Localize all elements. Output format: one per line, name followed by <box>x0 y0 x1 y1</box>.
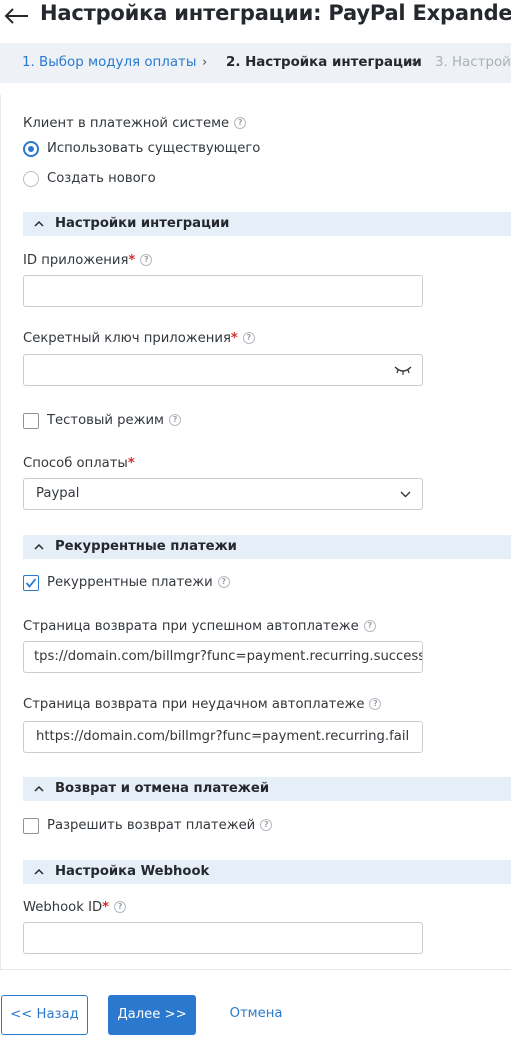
checkmark-icon <box>25 578 37 588</box>
section-title: Рекуррентные платежи <box>55 539 237 554</box>
section-refunds[interactable]: Возврат и отмена платежей <box>23 777 511 801</box>
section-title: Возврат и отмена платежей <box>55 781 270 796</box>
webhook-id-input[interactable] <box>23 922 423 954</box>
help-icon[interactable]: ? <box>169 414 182 426</box>
page-header: Настройка интеграции: PayPal Expanded <box>0 0 511 34</box>
next-button[interactable]: Далее >> <box>108 995 196 1035</box>
success-url-input[interactable]: tps://domain.com/billmgr?func=payment.re… <box>23 641 423 673</box>
help-icon[interactable]: ? <box>260 819 273 831</box>
allow-refund-label[interactable]: Разрешить возврат платежей? <box>47 818 273 833</box>
fail-url-input[interactable]: https://domain.com/billmgr?func=payment.… <box>23 721 423 753</box>
test-mode-checkbox[interactable] <box>23 413 39 429</box>
app-secret-input[interactable] <box>23 354 423 386</box>
help-icon[interactable]: ? <box>217 576 230 588</box>
radio-create-new-label[interactable]: Создать нового <box>47 171 156 186</box>
section-title: Настройки интеграции <box>55 216 230 231</box>
chevron-up-icon <box>34 868 44 875</box>
webhook-id-label: Webhook ID*? <box>23 900 127 915</box>
recurring-payments-label[interactable]: Рекуррентные платежи? <box>47 575 230 590</box>
chevron-up-icon <box>34 220 44 227</box>
help-icon[interactable]: ? <box>369 698 382 710</box>
required-mark: * <box>128 253 136 268</box>
radio-use-existing[interactable] <box>23 141 39 157</box>
help-icon[interactable]: ? <box>363 620 376 632</box>
page-title: Настройка интеграции: PayPal Expanded <box>40 1 511 25</box>
wizard-steps: 1. Выбор модуля оплаты › 2. Настройка ин… <box>0 43 511 83</box>
chevron-up-icon <box>34 543 44 550</box>
step-settings-next: 3. Настройк <box>435 55 511 70</box>
app-id-label: ID приложения*? <box>23 253 153 268</box>
required-mark: * <box>102 900 110 915</box>
step-select-payment-module[interactable]: 1. Выбор модуля оплаты <box>22 55 196 70</box>
client-label: Клиент в платежной системе? <box>23 116 247 131</box>
help-icon[interactable]: ? <box>242 332 255 344</box>
help-icon[interactable]: ? <box>114 901 127 913</box>
section-recurring-payments[interactable]: Рекуррентные платежи <box>23 535 511 559</box>
fail-url-label: Страница возврата при неудачном автоплат… <box>23 697 382 712</box>
cancel-button[interactable]: Отмена <box>216 995 296 1035</box>
chevron-up-icon <box>34 785 44 792</box>
form-panel: Клиент в платежной системе? Использовать… <box>0 95 511 970</box>
app-secret-label: Секретный ключ приложения*? <box>23 331 255 346</box>
chevron-right-icon: › <box>202 55 208 70</box>
payment-method-label: Способ оплаты* <box>23 456 135 471</box>
help-icon[interactable]: ? <box>140 254 153 266</box>
arrow-left-icon[interactable] <box>4 4 30 28</box>
help-icon[interactable]: ? <box>234 117 247 129</box>
payment-method-select[interactable]: Paypal <box>23 478 423 510</box>
required-mark: * <box>230 331 238 346</box>
section-integration-settings[interactable]: Настройки интеграции <box>23 212 511 236</box>
chevron-right-icon: › <box>411 55 417 70</box>
form-footer: << Назад Далее >> Отмена <box>0 995 511 1035</box>
required-mark: * <box>127 456 135 471</box>
back-button[interactable]: << Назад <box>1 995 88 1035</box>
app-id-input[interactable] <box>23 275 423 307</box>
success-url-label: Страница возврата при успешном автоплате… <box>23 619 376 634</box>
chevron-down-icon <box>400 491 411 498</box>
allow-refund-checkbox[interactable] <box>23 818 39 834</box>
eye-closed-icon[interactable] <box>394 364 412 376</box>
radio-create-new[interactable] <box>23 171 39 187</box>
section-webhook[interactable]: Настройка Webhook <box>23 860 511 884</box>
recurring-payments-checkbox[interactable] <box>23 575 39 591</box>
step-integration-settings: 2. Настройка интеграции <box>226 55 422 70</box>
section-title: Настройка Webhook <box>55 864 210 879</box>
radio-use-existing-label[interactable]: Использовать существующего <box>47 141 260 156</box>
test-mode-label[interactable]: Тестовый режим? <box>47 413 182 428</box>
